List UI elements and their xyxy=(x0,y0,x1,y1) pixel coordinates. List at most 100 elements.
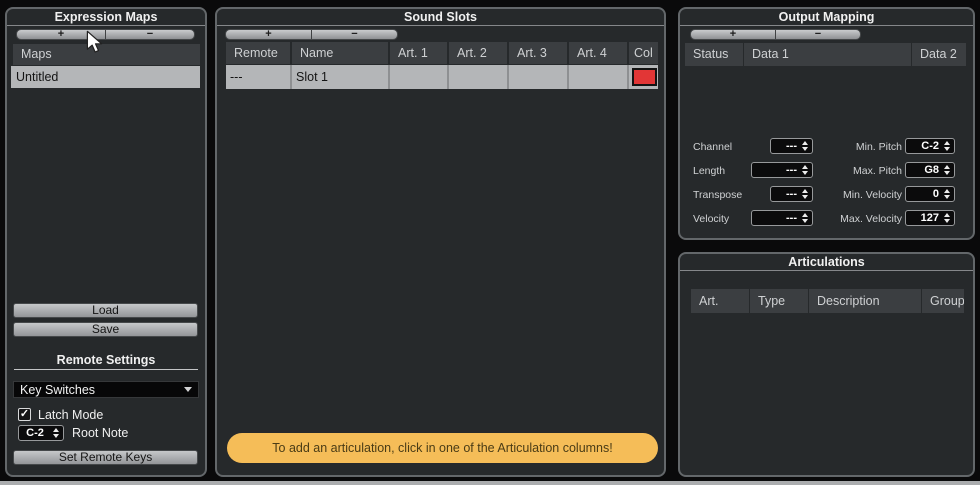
col-header-group[interactable]: Group xyxy=(922,289,964,313)
length-value: --- xyxy=(752,164,800,176)
slot-color-swatch[interactable] xyxy=(632,68,657,86)
remove-slot-button[interactable]: − xyxy=(311,30,397,39)
min-pitch-stepper[interactable] xyxy=(942,141,954,151)
slot-art1-cell[interactable] xyxy=(390,65,447,89)
remote-mode-dropdown[interactable]: Key Switches xyxy=(13,381,199,398)
min-pitch-value: C-2 xyxy=(906,140,942,152)
velocity-stepper[interactable] xyxy=(800,213,812,223)
spinner-down-icon[interactable] xyxy=(944,195,950,199)
remove-output-button[interactable]: − xyxy=(775,30,860,39)
max-pitch-value: G8 xyxy=(906,164,942,176)
col-header-col[interactable]: Col xyxy=(629,42,658,64)
length-spinner[interactable]: --- xyxy=(751,162,813,178)
spinner-down-icon[interactable] xyxy=(944,219,950,223)
min-velocity-label: Min. Velocity xyxy=(820,189,902,201)
col-header-art1[interactable]: Art. 1 xyxy=(390,42,447,64)
set-remote-keys-button[interactable]: Set Remote Keys xyxy=(13,450,198,465)
min-pitch-spinner[interactable]: C-2 xyxy=(905,138,955,154)
load-button[interactable]: Load xyxy=(13,303,198,318)
velocity-spinner[interactable]: --- xyxy=(751,210,813,226)
slot-remote-cell[interactable]: --- xyxy=(226,65,290,89)
velocity-label: Velocity xyxy=(693,213,729,225)
min-velocity-value: 0 xyxy=(906,188,942,200)
spinner-up-icon[interactable] xyxy=(53,428,59,432)
output-mapping-title: Output Mapping xyxy=(680,9,973,26)
velocity-value: --- xyxy=(752,212,800,224)
maps-list-header: Maps xyxy=(13,44,200,65)
spinner-down-icon[interactable] xyxy=(802,171,808,175)
col-header-description[interactable]: Description xyxy=(809,289,921,313)
length-label: Length xyxy=(693,165,725,177)
col-header-art2[interactable]: Art. 2 xyxy=(449,42,507,64)
remove-map-button[interactable]: − xyxy=(105,30,194,39)
spinner-up-icon[interactable] xyxy=(944,165,950,169)
col-header-status[interactable]: Status xyxy=(685,43,743,66)
add-output-button[interactable]: + xyxy=(691,30,775,39)
channel-spinner[interactable]: --- xyxy=(770,138,813,154)
spinner-up-icon[interactable] xyxy=(802,141,808,145)
col-header-art[interactable]: Art. xyxy=(691,289,749,313)
spinner-up-icon[interactable] xyxy=(944,141,950,145)
col-header-art3[interactable]: Art. 3 xyxy=(509,42,567,64)
spinner-up-icon[interactable] xyxy=(944,189,950,193)
chevron-down-icon xyxy=(184,387,192,392)
mouse-cursor-icon xyxy=(86,30,103,53)
check-icon: ✓ xyxy=(20,408,29,420)
sound-slots-title: Sound Slots xyxy=(217,9,664,26)
transpose-spinner[interactable]: --- xyxy=(770,186,813,202)
slot-art3-cell[interactable] xyxy=(509,65,567,89)
expression-maps-panel: Expression Maps + − Maps Untitled Load S… xyxy=(5,7,207,477)
col-header-name[interactable]: Name xyxy=(292,42,388,64)
max-velocity-spinner[interactable]: 127 xyxy=(905,210,955,226)
spinner-up-icon[interactable] xyxy=(802,189,808,193)
spinner-down-icon[interactable] xyxy=(802,147,808,151)
channel-stepper[interactable] xyxy=(800,141,812,151)
map-list-item-untitled[interactable]: Untitled xyxy=(11,66,200,88)
min-pitch-label: Min. Pitch xyxy=(820,141,902,153)
slot-name-cell[interactable]: Slot 1 xyxy=(292,65,388,89)
spinner-down-icon[interactable] xyxy=(802,219,808,223)
spinner-down-icon[interactable] xyxy=(944,171,950,175)
spinner-down-icon[interactable] xyxy=(53,434,59,438)
min-velocity-stepper[interactable] xyxy=(942,189,954,199)
add-slot-button[interactable]: + xyxy=(226,30,311,39)
min-velocity-spinner[interactable]: 0 xyxy=(905,186,955,202)
col-header-remote[interactable]: Remote xyxy=(226,42,290,64)
length-stepper[interactable] xyxy=(800,165,812,175)
col-header-data1[interactable]: Data 1 xyxy=(744,43,911,66)
articulations-panel: Articulations Art. Type Description Grou… xyxy=(678,252,975,477)
remote-settings-divider xyxy=(14,369,198,370)
transpose-value: --- xyxy=(771,188,800,200)
col-header-art4[interactable]: Art. 4 xyxy=(569,42,627,64)
spinner-down-icon[interactable] xyxy=(944,147,950,151)
spinner-up-icon[interactable] xyxy=(802,213,808,217)
window-bottom-edge xyxy=(0,481,980,485)
max-velocity-value: 127 xyxy=(906,212,942,224)
slot-art2-cell[interactable] xyxy=(449,65,507,89)
spinner-up-icon[interactable] xyxy=(802,165,808,169)
root-note-spinner[interactable]: C-2 xyxy=(18,425,64,441)
slot-art4-cell[interactable] xyxy=(569,65,627,89)
max-pitch-spinner[interactable]: G8 xyxy=(905,162,955,178)
transpose-stepper[interactable] xyxy=(800,189,812,199)
articulations-title: Articulations xyxy=(680,254,973,271)
articulation-notice: To add an articulation, click in one of … xyxy=(227,433,658,463)
output-mapping-panel: Output Mapping + − Status Data 1 Data 2 … xyxy=(678,7,975,240)
save-button[interactable]: Save xyxy=(13,322,198,337)
channel-label: Channel xyxy=(693,141,732,153)
latch-mode-label: Latch Mode xyxy=(38,408,103,422)
max-pitch-stepper[interactable] xyxy=(942,165,954,175)
max-velocity-stepper[interactable] xyxy=(942,213,954,223)
spinner-up-icon[interactable] xyxy=(944,213,950,217)
sound-slots-panel: Sound Slots + − Remote Name Art. 1 Art. … xyxy=(215,7,666,477)
maps-add-remove-bar: + − xyxy=(16,29,195,40)
root-note-stepper[interactable] xyxy=(51,428,63,438)
col-header-data2[interactable]: Data 2 xyxy=(912,43,966,66)
articulation-notice-text: To add an articulation, click in one of … xyxy=(272,441,612,455)
transpose-label: Transpose xyxy=(693,189,742,201)
spinner-down-icon[interactable] xyxy=(802,195,808,199)
col-header-type[interactable]: Type xyxy=(750,289,808,313)
max-pitch-label: Max. Pitch xyxy=(820,165,902,177)
latch-mode-checkbox[interactable]: ✓ xyxy=(18,408,31,421)
slots-add-remove-bar: + − xyxy=(225,29,398,40)
